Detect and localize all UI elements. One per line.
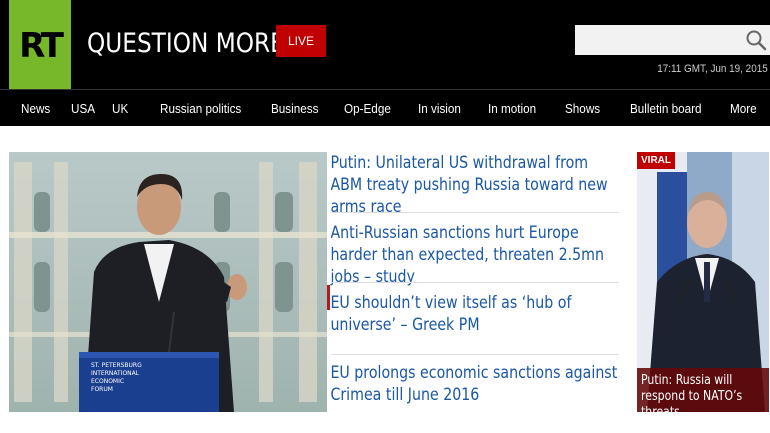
viral-story[interactable]: VIRAL Putin: Russia will respond to NATO… xyxy=(637,152,769,412)
tagline: QUESTION MORE. xyxy=(87,28,293,59)
divider xyxy=(331,282,619,283)
search-box xyxy=(575,25,770,55)
svg-text:FORUM: FORUM xyxy=(91,386,113,393)
nav-in-vision[interactable]: In vision xyxy=(418,101,461,116)
headline-link[interactable]: Anti-Russian sanctions hurt Europe harde… xyxy=(327,222,619,288)
headline-link[interactable]: EU prolongs economic sanctions against C… xyxy=(327,362,619,406)
headline-link[interactable]: EU shouldn’t view itself as ‘hub of univ… xyxy=(327,292,619,336)
svg-text:ST. PETERSBURG: ST. PETERSBURG xyxy=(91,362,142,369)
nav-shows[interactable]: Shows xyxy=(565,101,600,116)
current-datetime: 17:11 GMT, Jun 19, 2015 xyxy=(657,63,768,75)
nav-in-motion[interactable]: In motion xyxy=(488,101,536,116)
headline-link[interactable]: Putin: Unilateral US withdrawal from ABM… xyxy=(327,152,619,218)
nav-news[interactable]: News xyxy=(21,101,50,116)
viral-caption: Putin: Russia will respond to NATO’s thr… xyxy=(637,368,769,412)
search-icon[interactable] xyxy=(745,29,767,51)
main-nav: News USA UK Russian politics Business Op… xyxy=(0,89,770,126)
viral-badge: VIRAL xyxy=(637,152,675,169)
divider xyxy=(331,212,619,213)
featured-photo[interactable]: ST. PETERSBURG INTERNATIONAL ECONOMIC FO… xyxy=(9,152,327,412)
svg-text:ECONOMIC: ECONOMIC xyxy=(91,378,124,385)
nav-more[interactable]: More xyxy=(730,101,757,116)
nav-bulletin-board[interactable]: Bulletin board xyxy=(630,101,702,116)
nav-usa[interactable]: USA xyxy=(71,101,95,116)
logo-text: RT xyxy=(19,25,64,66)
viral-caption-text: Putin: Russia will respond to NATO’s thr… xyxy=(641,373,743,412)
svg-text:INTERNATIONAL: INTERNATIONAL xyxy=(91,370,140,377)
featured-photo-illustration: ST. PETERSBURG INTERNATIONAL ECONOMIC FO… xyxy=(9,152,327,412)
divider xyxy=(331,354,619,355)
site-header: RT QUESTION MORE. LIVE 17:11 GMT, Jun 19… xyxy=(0,0,770,89)
nav-business[interactable]: Business xyxy=(271,101,318,116)
rt-logo[interactable]: RT xyxy=(9,0,71,89)
nav-op-edge[interactable]: Op-Edge xyxy=(344,101,391,116)
search-input[interactable] xyxy=(575,25,743,55)
nav-uk[interactable]: UK xyxy=(112,101,128,116)
nav-russian-politics[interactable]: Russian politics xyxy=(160,101,241,116)
live-button[interactable]: LIVE xyxy=(276,25,326,57)
